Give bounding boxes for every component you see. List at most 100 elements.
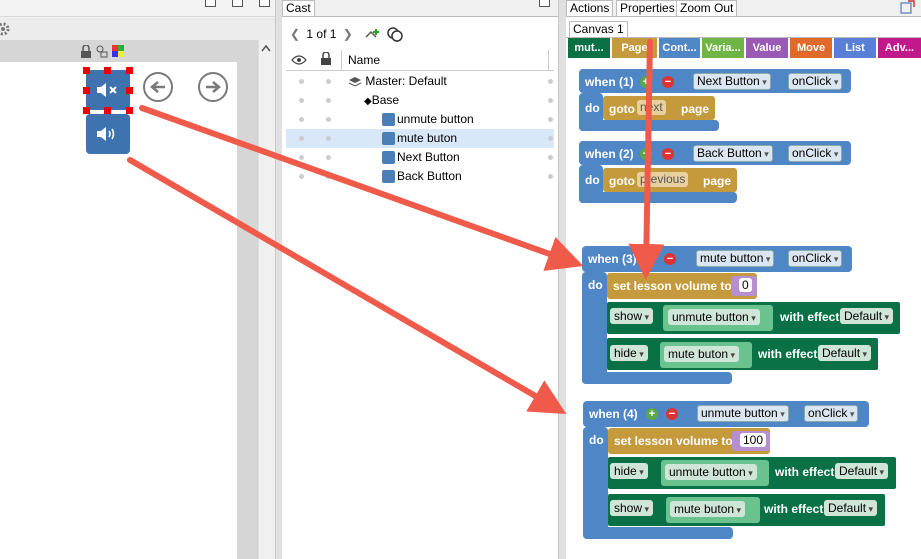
eye-icon[interactable] xyxy=(291,54,307,66)
cast-row-master[interactable]: Master: Default xyxy=(286,72,554,91)
button-object-icon xyxy=(382,132,395,146)
add-object-icon[interactable] xyxy=(364,26,382,42)
with-effect-label: with effect xyxy=(775,465,835,479)
column-name[interactable]: Name xyxy=(348,53,380,67)
pager-text: 1 of 1 xyxy=(306,27,337,41)
object-dropdown[interactable]: unmute button xyxy=(665,464,757,480)
category-variables[interactable]: Varia... xyxy=(702,38,744,58)
mute-button-element[interactable] xyxy=(86,70,130,110)
remove-icon[interactable]: − xyxy=(662,148,674,160)
close-icon[interactable] xyxy=(539,0,550,7)
show-dropdown[interactable]: show xyxy=(610,500,654,516)
object-dropdown[interactable]: mute buton xyxy=(670,501,746,517)
category-control[interactable]: Cont... xyxy=(659,38,700,58)
add-icon[interactable]: + xyxy=(640,76,652,88)
lock-icon[interactable] xyxy=(80,45,92,58)
cast-row-mute-selected[interactable]: mute buton xyxy=(286,129,554,148)
remove-icon[interactable]: − xyxy=(664,253,676,265)
selection-handle[interactable] xyxy=(83,67,90,74)
selection-handle[interactable] xyxy=(83,107,90,114)
stage-canvas[interactable] xyxy=(0,62,237,559)
show-dropdown[interactable]: show xyxy=(610,308,654,324)
actions-pane: Actions Properties Zoom Out Canvas 1 mut… xyxy=(566,0,921,559)
object-dropdown[interactable]: Back Button xyxy=(693,145,773,162)
category-mute[interactable]: mut... xyxy=(568,38,610,58)
page-dropdown[interactable]: next xyxy=(637,100,666,115)
stage-margin xyxy=(237,62,258,559)
selection-handle[interactable] xyxy=(126,107,133,114)
tab-canvas[interactable]: Canvas 1 xyxy=(569,21,628,37)
back-arrow-icon[interactable] xyxy=(143,72,173,102)
goto-label: goto xyxy=(609,174,635,188)
effect-dropdown[interactable]: Default xyxy=(824,500,878,516)
category-value[interactable]: Value xyxy=(746,38,788,58)
cast-row-unmute[interactable]: unmute button xyxy=(286,110,554,129)
category-advanced[interactable]: Adv... xyxy=(878,38,921,58)
cast-row-next[interactable]: Next Button xyxy=(286,148,554,167)
tab-zoom-out[interactable]: Zoom Out xyxy=(676,0,738,16)
chevron-up-icon[interactable] xyxy=(261,44,271,52)
effect-dropdown[interactable]: Default xyxy=(818,345,872,361)
color-icon[interactable] xyxy=(112,45,125,58)
volume-input[interactable]: 100 xyxy=(740,433,767,447)
tab-properties[interactable]: Properties xyxy=(616,0,679,16)
row-label: Master: Default xyxy=(365,74,447,88)
export-icon[interactable] xyxy=(900,0,916,14)
speaker-icon xyxy=(97,127,115,141)
remove-icon[interactable]: − xyxy=(666,408,678,420)
close-icon[interactable] xyxy=(259,0,270,7)
selection-handle[interactable] xyxy=(104,107,111,114)
page-label: page xyxy=(681,102,710,116)
gear-icon[interactable] xyxy=(0,21,11,37)
cast-row-back[interactable]: Back Button xyxy=(286,167,554,186)
object-dropdown[interactable]: mute buton xyxy=(664,346,740,362)
chevron-right-icon[interactable]: ❯ xyxy=(343,27,353,41)
maximize-icon[interactable] xyxy=(232,0,243,7)
add-icon[interactable]: + xyxy=(646,408,658,420)
add-icon[interactable]: + xyxy=(640,148,652,160)
event-dropdown[interactable]: onClick xyxy=(804,405,859,422)
category-page[interactable]: Page xyxy=(612,38,657,58)
with-effect-label: with effect xyxy=(758,347,818,361)
next-arrow-icon[interactable] xyxy=(198,72,228,102)
minimize-icon[interactable] xyxy=(205,0,216,7)
effect-dropdown[interactable]: Default xyxy=(835,463,889,479)
category-move[interactable]: Move xyxy=(790,38,832,58)
tab-actions[interactable]: Actions xyxy=(566,0,614,16)
event-dropdown[interactable]: onClick xyxy=(788,250,843,267)
chevron-left-icon[interactable]: ❮ xyxy=(290,27,300,41)
effect-dropdown[interactable]: Default xyxy=(840,308,894,324)
do-label: do xyxy=(588,278,603,292)
column-divider xyxy=(341,50,342,70)
event-dropdown[interactable]: onClick xyxy=(788,145,843,162)
remove-icon[interactable]: − xyxy=(662,76,674,88)
selection-handle[interactable] xyxy=(126,87,133,94)
goto-label: goto xyxy=(609,102,635,116)
selection-handle[interactable] xyxy=(104,67,111,74)
hide-dropdown[interactable]: hide xyxy=(610,345,648,361)
category-list[interactable]: List xyxy=(834,38,876,58)
selection-handle[interactable] xyxy=(126,67,133,74)
hide-dropdown[interactable]: hide xyxy=(610,463,648,479)
stage-scrollbar[interactable] xyxy=(258,40,273,559)
shapes-icon[interactable] xyxy=(95,45,109,58)
duplicate-icon[interactable] xyxy=(386,25,404,43)
page-dropdown[interactable]: previous xyxy=(637,172,689,187)
cast-row-base[interactable]: ◆Base xyxy=(286,91,554,110)
unmute-button-element[interactable] xyxy=(86,114,130,154)
do-label: do xyxy=(585,173,600,187)
lock-icon[interactable] xyxy=(320,52,332,66)
event-dropdown[interactable]: onClick xyxy=(788,73,843,90)
actions-tabbar: Actions Properties Zoom Out xyxy=(566,0,921,17)
object-dropdown[interactable]: Next Button xyxy=(693,73,771,90)
object-dropdown[interactable]: unmute button xyxy=(697,405,789,422)
when-label: when (2) xyxy=(585,147,634,161)
object-dropdown[interactable]: mute button xyxy=(696,250,775,267)
selection-handle[interactable] xyxy=(83,87,90,94)
object-dropdown[interactable]: unmute button xyxy=(668,309,760,325)
do-label: do xyxy=(585,101,600,115)
tab-cast[interactable]: Cast xyxy=(282,0,315,16)
when-label: when (4) xyxy=(589,407,638,421)
volume-input[interactable]: 0 xyxy=(739,278,752,292)
add-icon[interactable]: + xyxy=(643,253,655,265)
